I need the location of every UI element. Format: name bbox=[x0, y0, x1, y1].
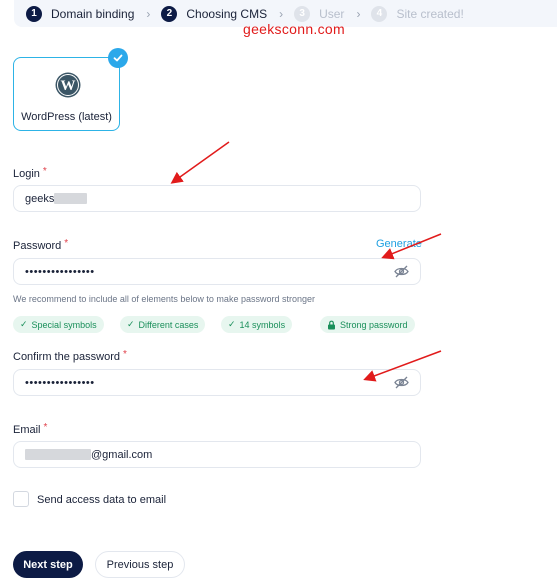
lock-icon bbox=[328, 320, 335, 329]
cms-option-wordpress[interactable]: W WordPress (latest) bbox=[13, 48, 128, 131]
step-number: 3 bbox=[294, 5, 311, 22]
step-label: User bbox=[319, 6, 345, 21]
step-label: Domain binding bbox=[51, 6, 135, 21]
password-label: Password * bbox=[13, 238, 69, 252]
check-icon: ✓ bbox=[127, 319, 135, 329]
step-domain-binding[interactable]: 1 Domain binding bbox=[26, 5, 135, 22]
chip-strong-password: Strong password bbox=[320, 316, 415, 333]
step-number: 4 bbox=[371, 5, 388, 22]
selected-check-icon bbox=[108, 48, 128, 68]
email-value: @gmail.com bbox=[91, 448, 153, 461]
step-site-created: 4 Site created! bbox=[371, 5, 464, 22]
chevron-right-icon: › bbox=[146, 6, 151, 21]
required-mark: * bbox=[43, 422, 48, 433]
required-mark: * bbox=[123, 349, 127, 360]
required-mark: * bbox=[64, 238, 69, 249]
email-label: Email * bbox=[13, 422, 48, 436]
send-access-label[interactable]: Send access data to email bbox=[37, 494, 166, 506]
required-mark: * bbox=[42, 166, 47, 177]
login-input[interactable]: geeks bbox=[13, 185, 421, 212]
wordpress-logo-icon: W bbox=[55, 72, 81, 98]
check-icon: ✓ bbox=[20, 319, 28, 329]
confirm-password-input[interactable]: •••••••••••••••• bbox=[13, 369, 421, 396]
email-input[interactable]: @gmail.com bbox=[13, 441, 421, 468]
send-access-checkbox[interactable] bbox=[13, 491, 29, 507]
step-number: 2 bbox=[161, 5, 178, 22]
chip-different-cases: ✓ Different cases bbox=[120, 316, 206, 333]
password-value: •••••••••••••••• bbox=[25, 265, 95, 278]
eye-off-icon[interactable] bbox=[394, 376, 409, 389]
step-label: Site created! bbox=[396, 6, 464, 21]
confirm-password-label: Confirm the password * bbox=[13, 349, 127, 363]
step-number: 1 bbox=[26, 5, 42, 22]
chevron-right-icon: › bbox=[279, 6, 284, 21]
step-label: Choosing CMS bbox=[186, 6, 268, 21]
chip-special-symbols: ✓ Special symbols bbox=[13, 316, 104, 333]
annotation-arrow-login bbox=[170, 141, 230, 184]
step-user: 3 User bbox=[294, 5, 345, 22]
svg-text:W: W bbox=[61, 78, 76, 94]
login-label: Login * bbox=[13, 166, 47, 180]
eye-off-icon[interactable] bbox=[394, 265, 409, 278]
cms-name: WordPress (latest) bbox=[21, 111, 112, 123]
previous-step-button[interactable]: Previous step bbox=[95, 551, 185, 578]
confirm-password-value: •••••••••••••••• bbox=[25, 376, 95, 389]
chip-14-symbols: ✓ 14 symbols bbox=[221, 316, 293, 333]
step-choosing-cms[interactable]: 2 Choosing CMS bbox=[161, 5, 268, 22]
login-value: geeks bbox=[25, 192, 55, 205]
generate-password-link[interactable]: Generate bbox=[376, 238, 422, 250]
password-hint: We recommend to include all of elements … bbox=[13, 294, 315, 304]
chevron-right-icon: › bbox=[356, 6, 361, 21]
redacted-text bbox=[25, 449, 91, 460]
next-step-button[interactable]: Next step bbox=[13, 551, 83, 578]
watermark-text: geeksconn.com bbox=[243, 21, 345, 37]
redacted-text bbox=[54, 193, 88, 204]
check-icon: ✓ bbox=[228, 319, 236, 329]
password-input[interactable]: •••••••••••••••• bbox=[13, 258, 421, 285]
